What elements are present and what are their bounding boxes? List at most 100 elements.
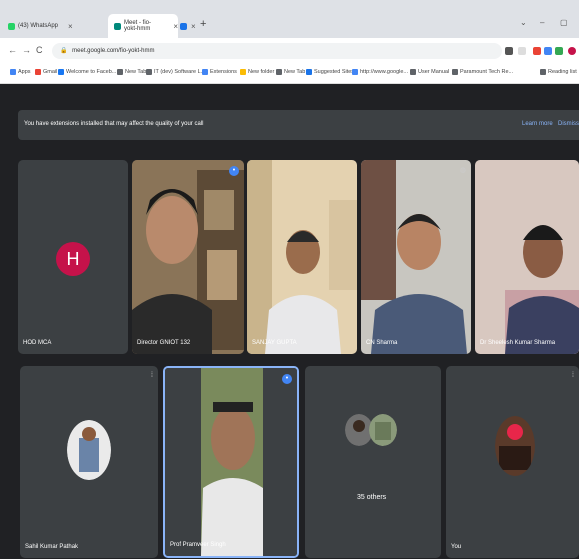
page-icon: [180, 22, 187, 30]
star-icon[interactable]: [518, 47, 526, 55]
back-button[interactable]: ←: [8, 45, 17, 55]
folder-icon: [240, 69, 246, 75]
bookmark-label: Suggested Sites: [314, 69, 355, 75]
globe-icon: [452, 69, 458, 75]
participant-video: [247, 160, 357, 354]
bookmark-new-tab-2[interactable]: New Tab: [276, 69, 305, 75]
bookmark-label: New Tab: [125, 69, 147, 75]
bookmark-user-manual[interactable]: User Manual: [410, 69, 449, 75]
puzzle-icon: [202, 69, 208, 75]
participant-name: SANJAY GUPTA: [252, 340, 297, 346]
mic-off-icon: ⁞: [572, 372, 574, 379]
participant-tile-sahil[interactable]: ⁞ Sahil Kumar Pathak: [20, 366, 158, 558]
tab-meet[interactable]: Meet - fio-yokt-hmm ×: [108, 14, 178, 38]
participant-video: [165, 368, 297, 556]
speaking-indicator-icon: •: [229, 166, 239, 176]
camera-icon[interactable]: [505, 47, 513, 55]
bookmark-google[interactable]: http://www.google...: [352, 69, 408, 75]
bookmarks-bar: Apps Gmail Welcome to Faceb... New Tab I…: [0, 64, 579, 84]
banner-message: You have extensions installed that may a…: [24, 121, 204, 127]
mic-off-icon: ⁞: [151, 372, 153, 379]
globe-icon: [410, 69, 416, 75]
dismiss-button[interactable]: Dismiss: [558, 121, 579, 127]
participant-tile-sheelesh[interactable]: Dr Sheelesh Kumar Sharma: [475, 160, 579, 354]
others-count: 35 others: [357, 494, 387, 501]
bookmark-label: Welcome to Faceb...: [66, 69, 117, 75]
tab-search-icon[interactable]: ⌄: [520, 18, 527, 27]
maximize-button[interactable]: ▢: [560, 18, 568, 27]
participant-tile-director[interactable]: • Director GNIOT 132: [132, 160, 244, 354]
participant-name: Sahil Kumar Pathak: [25, 544, 79, 550]
avatar: H: [56, 242, 90, 276]
bookmark-label: New Tab: [284, 69, 306, 75]
bookmark-label: Apps: [18, 69, 31, 75]
participant-name: CN Sharma: [366, 340, 398, 346]
apps-icon: [10, 69, 16, 75]
globe-icon: [146, 69, 152, 75]
profile-avatar[interactable]: [568, 47, 576, 55]
bookmark-apps[interactable]: Apps: [10, 69, 31, 75]
participant-tile-others[interactable]: 35 others: [305, 366, 441, 558]
bookmark-label: User Manual: [418, 69, 450, 75]
bookmark-facebook[interactable]: Welcome to Faceb...: [58, 69, 116, 75]
lock-icon: 🔒: [60, 48, 68, 54]
participant-video: [132, 160, 244, 354]
participant-tile-you[interactable]: ⁞ You: [446, 366, 579, 558]
learn-more-link[interactable]: Learn more: [522, 121, 553, 127]
avatar: [369, 414, 397, 446]
tab-whatsapp[interactable]: (43) WhatsApp ×: [8, 14, 104, 38]
speaking-indicator-icon: •: [282, 374, 292, 384]
participant-tile-cn-sharma[interactable]: ◍ CN Sharma: [361, 160, 471, 354]
minimize-button[interactable]: –: [540, 18, 544, 27]
participant-video: [475, 160, 579, 354]
participant-name: Dr Sheelesh Kumar Sharma: [480, 340, 556, 346]
bookmark-label: Reading list: [548, 69, 577, 75]
bookmark-extensions[interactable]: Extensions: [202, 69, 237, 75]
close-tab-icon[interactable]: ×: [173, 22, 178, 31]
avatar: [495, 416, 535, 476]
extension-icon[interactable]: [544, 47, 552, 55]
tab-title: Meet - fio-yokt-hmm: [124, 20, 152, 32]
participant-video: [361, 160, 471, 354]
participant-tile-pramveer[interactable]: • Prof Pramveer Singh: [163, 366, 299, 558]
participant-name: Prof Pramveer Singh: [170, 542, 226, 548]
extension-icon[interactable]: [555, 47, 563, 55]
pin-icon[interactable]: ◍: [460, 166, 466, 174]
participant-tile-sanjay[interactable]: SANJAY GUPTA: [247, 160, 357, 354]
new-tab-button[interactable]: +: [200, 18, 206, 30]
bookmark-new-folder[interactable]: New folder: [240, 69, 274, 75]
participant-tile-hod-mca[interactable]: H HOD MCA: [18, 160, 128, 354]
whatsapp-icon: [8, 22, 15, 30]
meet-icon: [114, 22, 121, 30]
url-field[interactable]: 🔒 meet.google.com/fio-yokt-hmm: [52, 43, 502, 59]
bookmark-new-tab[interactable]: New Tab: [117, 69, 146, 75]
bing-icon: [306, 69, 312, 75]
close-tab-icon[interactable]: ×: [68, 22, 73, 31]
bookmark-label: Extensions: [210, 69, 237, 75]
bookmark-label: Paramount Tech Re...: [460, 69, 514, 75]
bookmark-label: New folder: [248, 69, 275, 75]
bookmark-reading-list[interactable]: Reading list: [540, 69, 577, 75]
tab-other[interactable]: ×: [180, 14, 200, 38]
bookmark-gmail[interactable]: Gmail: [35, 69, 57, 75]
bookmark-label: http://www.google...: [360, 69, 408, 75]
participant-name: HOD MCA: [23, 340, 52, 346]
forward-button[interactable]: →: [22, 45, 31, 55]
bookmark-it-software[interactable]: IT (dev) Software L...: [146, 69, 205, 75]
facebook-icon: [58, 69, 64, 75]
extension-warning-banner: You have extensions installed that may a…: [18, 110, 579, 140]
address-bar-row: ← → C 🔒 meet.google.com/fio-yokt-hmm: [0, 38, 579, 64]
bookmark-suggested-sites[interactable]: Suggested Sites: [306, 69, 354, 75]
browser-tab-bar: (43) WhatsApp × Meet - fio-yokt-hmm × × …: [0, 0, 579, 38]
reading-list-icon: [540, 69, 546, 75]
extension-icon[interactable]: [533, 47, 541, 55]
participant-name: You: [451, 544, 462, 550]
participant-name: Director GNIOT 132: [137, 340, 191, 346]
avatar: [67, 420, 111, 480]
close-tab-icon[interactable]: ×: [191, 22, 196, 31]
bookmark-paramount[interactable]: Paramount Tech Re...: [452, 69, 513, 75]
bookmark-label: Gmail: [43, 69, 58, 75]
reload-button[interactable]: C: [36, 45, 43, 55]
google-icon: [352, 69, 358, 75]
url-text: meet.google.com/fio-yokt-hmm: [72, 48, 155, 54]
